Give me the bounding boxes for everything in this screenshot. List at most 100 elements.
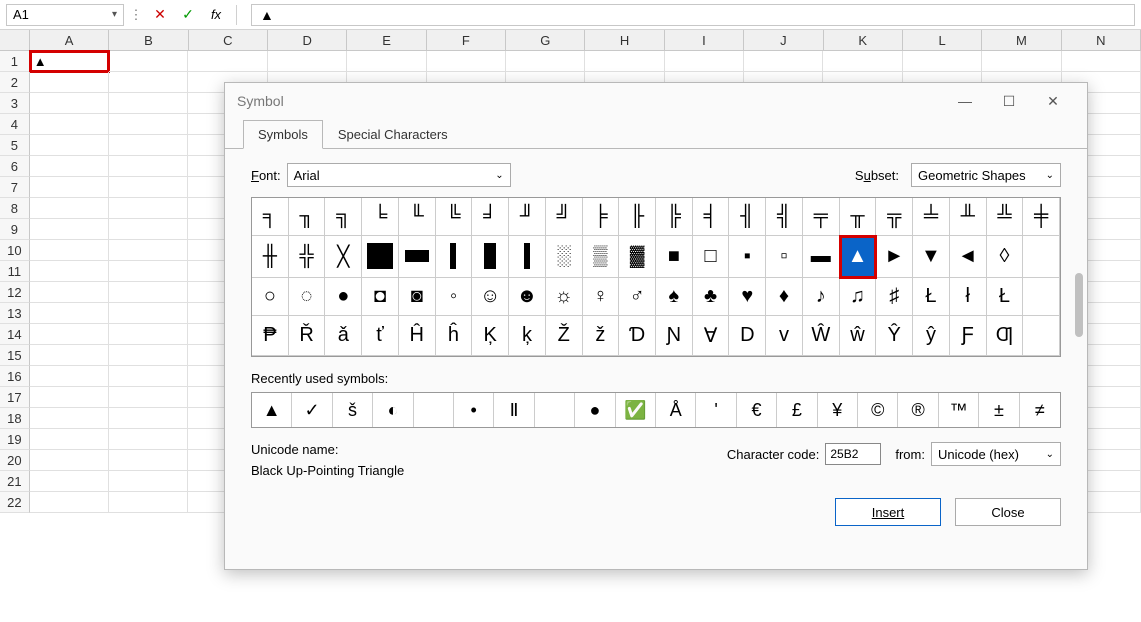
- cell[interactable]: [30, 366, 109, 387]
- symbol-cell[interactable]: Ŷ: [876, 316, 913, 356]
- cell[interactable]: [30, 345, 109, 366]
- row-header[interactable]: 10: [0, 240, 30, 261]
- cell[interactable]: [109, 324, 188, 345]
- insert-button[interactable]: Insert: [835, 498, 941, 526]
- titlebar[interactable]: Symbol — ☐ ✕: [225, 83, 1087, 119]
- symbol-cell[interactable]: ♦: [766, 278, 803, 316]
- cell[interactable]: [109, 261, 188, 282]
- symbol-cell[interactable]: ▒: [583, 236, 620, 277]
- row-header[interactable]: 12: [0, 282, 30, 303]
- symbol-cell[interactable]: [436, 236, 473, 277]
- cell[interactable]: [109, 114, 188, 135]
- recent-symbol[interactable]: Å: [656, 393, 696, 427]
- symbol-cell[interactable]: ╕: [252, 198, 289, 236]
- cell[interactable]: [30, 198, 109, 219]
- row-header[interactable]: 18: [0, 408, 30, 429]
- recent-symbol[interactable]: ◐: [373, 393, 413, 427]
- symbol-cell[interactable]: ╫: [252, 236, 289, 277]
- row-header[interactable]: 4: [0, 114, 30, 135]
- symbol-cell[interactable]: ╣: [766, 198, 803, 236]
- symbol-cell[interactable]: Ž: [546, 316, 583, 356]
- cell[interactable]: [30, 408, 109, 429]
- symbol-cell[interactable]: ╬: [289, 236, 326, 277]
- row-header[interactable]: 8: [0, 198, 30, 219]
- column-header[interactable]: A: [30, 30, 109, 51]
- symbol-cell[interactable]: D: [729, 316, 766, 356]
- cell[interactable]: [109, 492, 188, 513]
- symbol-cell[interactable]: ǎ: [325, 316, 362, 356]
- cell[interactable]: [982, 51, 1061, 72]
- symbol-cell[interactable]: ╗: [325, 198, 362, 236]
- minimize-button[interactable]: —: [943, 86, 987, 116]
- cell[interactable]: [506, 51, 585, 72]
- cell[interactable]: [823, 51, 902, 72]
- cell[interactable]: [427, 51, 506, 72]
- column-header[interactable]: E: [347, 30, 426, 51]
- recent-symbol[interactable]: £: [777, 393, 817, 427]
- cell[interactable]: [1062, 51, 1141, 72]
- tab-symbols[interactable]: Symbols: [243, 120, 323, 149]
- cell[interactable]: [109, 198, 188, 219]
- symbol-cell[interactable]: ╛: [472, 198, 509, 236]
- row-header[interactable]: 14: [0, 324, 30, 345]
- recent-symbol[interactable]: ©: [858, 393, 898, 427]
- name-box[interactable]: A1 ▾: [6, 4, 124, 26]
- close-window-button[interactable]: ✕: [1031, 86, 1075, 116]
- symbol-cell[interactable]: ╪: [1023, 198, 1060, 236]
- symbol-cell[interactable]: ►: [876, 236, 913, 277]
- column-header[interactable]: L: [903, 30, 982, 51]
- symbol-cell[interactable]: ╠: [656, 198, 693, 236]
- symbol-cell[interactable]: ₱: [252, 316, 289, 356]
- recent-symbol[interactable]: ¥: [818, 393, 858, 427]
- cell[interactable]: [30, 282, 109, 303]
- tab-special-characters[interactable]: Special Characters: [323, 120, 463, 149]
- symbol-cell[interactable]: Ŵ: [803, 316, 840, 356]
- symbol-cell[interactable]: ╤: [803, 198, 840, 236]
- recent-symbol[interactable]: [414, 393, 454, 427]
- symbol-cell[interactable]: ♠: [656, 278, 693, 316]
- symbol-cell[interactable]: ŷ: [913, 316, 950, 356]
- symbol-cell[interactable]: ▓: [619, 236, 656, 277]
- column-header[interactable]: D: [268, 30, 347, 51]
- recent-symbol[interactable]: •: [454, 393, 494, 427]
- cell[interactable]: [109, 219, 188, 240]
- row-header[interactable]: 7: [0, 177, 30, 198]
- cell[interactable]: [30, 450, 109, 471]
- row-header[interactable]: 13: [0, 303, 30, 324]
- cell[interactable]: [109, 240, 188, 261]
- symbol-cell[interactable]: ╟: [619, 198, 656, 236]
- close-button[interactable]: Close: [955, 498, 1061, 526]
- symbol-cell[interactable]: [472, 236, 509, 277]
- recent-symbol[interactable]: ▲: [252, 393, 292, 427]
- row-header[interactable]: 17: [0, 387, 30, 408]
- symbol-cell[interactable]: ╢: [729, 198, 766, 236]
- cell[interactable]: [903, 51, 982, 72]
- symbol-cell[interactable]: ╖: [289, 198, 326, 236]
- symbol-cell[interactable]: ╡: [693, 198, 730, 236]
- formula-input[interactable]: ▲: [251, 4, 1135, 26]
- row-header[interactable]: 3: [0, 93, 30, 114]
- recent-symbol[interactable]: ±: [979, 393, 1019, 427]
- recent-symbol[interactable]: ●: [575, 393, 615, 427]
- column-header[interactable]: H: [585, 30, 664, 51]
- recent-symbol[interactable]: [535, 393, 575, 427]
- cell[interactable]: [109, 303, 188, 324]
- symbol-cell[interactable]: ╜: [509, 198, 546, 236]
- cell[interactable]: [109, 51, 188, 72]
- row-header[interactable]: 11: [0, 261, 30, 282]
- row-header[interactable]: 6: [0, 156, 30, 177]
- symbol-cell[interactable]: Ł: [987, 278, 1024, 316]
- cell[interactable]: [744, 51, 823, 72]
- symbol-cell[interactable]: ╘: [362, 198, 399, 236]
- scrollbar-thumb[interactable]: [1075, 273, 1083, 337]
- cell[interactable]: [347, 51, 426, 72]
- recent-symbol[interactable]: ≠: [1020, 393, 1060, 427]
- cell[interactable]: [109, 282, 188, 303]
- cell[interactable]: [109, 72, 188, 93]
- symbol-cell[interactable]: Ĥ: [399, 316, 436, 356]
- cell[interactable]: [585, 51, 664, 72]
- symbol-cell[interactable]: ▼: [913, 236, 950, 277]
- cell[interactable]: [30, 261, 109, 282]
- cell[interactable]: [109, 429, 188, 450]
- row-header[interactable]: 22: [0, 492, 30, 513]
